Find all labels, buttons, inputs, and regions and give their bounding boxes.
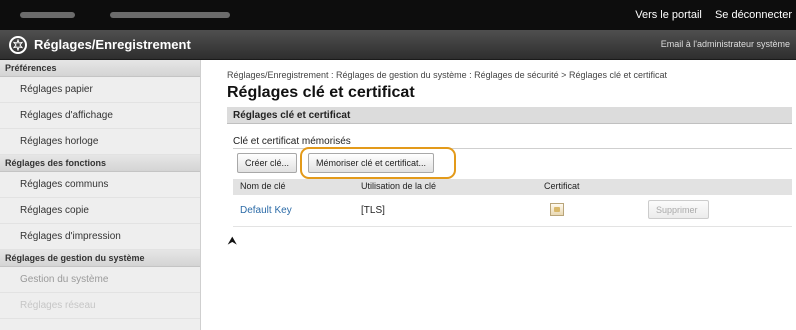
section-header: Réglages clé et certificat	[227, 107, 792, 124]
sidebar-item-network-settings[interactable]: Réglages réseau	[0, 293, 200, 319]
highlight-callout	[300, 147, 456, 179]
key-name-link[interactable]: Default Key	[240, 205, 292, 216]
blurred-device-name	[20, 12, 75, 18]
sidebar-item-paper-settings[interactable]: Réglages papier	[0, 77, 200, 103]
sidebar-section-system-management: Réglages de gestion du système	[0, 250, 200, 267]
certificate-icon[interactable]	[550, 203, 564, 216]
sidebar-item-clock-settings[interactable]: Réglages horloge	[0, 129, 200, 155]
create-key-button[interactable]: Créer clé...	[237, 153, 298, 173]
portal-link[interactable]: Vers le portail	[635, 9, 702, 21]
table-header: Nom de clé Utilisation de la clé Certifi…	[233, 179, 792, 195]
sidebar-item-display-settings[interactable]: Réglages d'affichage	[0, 103, 200, 129]
sidebar-item-common-settings[interactable]: Réglages communs	[0, 172, 200, 198]
sidebar-item-system-management[interactable]: Gestion du système	[0, 267, 200, 293]
back-to-top-icon[interactable]: ⮝	[228, 236, 237, 247]
sidebar-section-preferences: Préférences	[0, 60, 200, 77]
logout-link[interactable]: Se déconnecter	[715, 9, 792, 21]
app-title: Réglages/Enregistrement	[34, 37, 191, 52]
subsection-title: Clé et certificat mémorisés	[233, 136, 351, 147]
admin-email-link[interactable]: Email à l'administrateur système	[661, 39, 790, 49]
sidebar-section-function-settings: Réglages des fonctions	[0, 155, 200, 172]
sidebar-item-print-settings[interactable]: Réglages d'impression	[0, 224, 200, 250]
breadcrumb: Réglages/Enregistrement : Réglages de ge…	[227, 70, 667, 80]
sidebar-item-copy-settings[interactable]: Réglages copie	[0, 198, 200, 224]
blurred-device-model	[110, 12, 230, 18]
top-bar: Vers le portail Se déconnecter	[0, 0, 796, 30]
column-key-usage: Utilisation de la clé	[361, 181, 437, 191]
key-usage-value: [TLS]	[361, 205, 385, 216]
delete-button[interactable]: Supprimer	[648, 200, 709, 219]
column-key-name: Nom de clé	[240, 181, 286, 191]
sidebar: Préférences Réglages papier Réglages d'a…	[0, 60, 201, 330]
top-links: Vers le portail Se déconnecter	[625, 9, 792, 21]
page-title: Réglages clé et certificat	[227, 84, 415, 101]
column-certificate: Certificat	[544, 181, 580, 191]
title-bar: Réglages/Enregistrement Email à l'admini…	[0, 30, 796, 60]
main-content: Réglages/Enregistrement : Réglages de ge…	[201, 60, 796, 330]
table-row-divider	[233, 226, 792, 227]
settings-registration-icon	[9, 36, 27, 54]
